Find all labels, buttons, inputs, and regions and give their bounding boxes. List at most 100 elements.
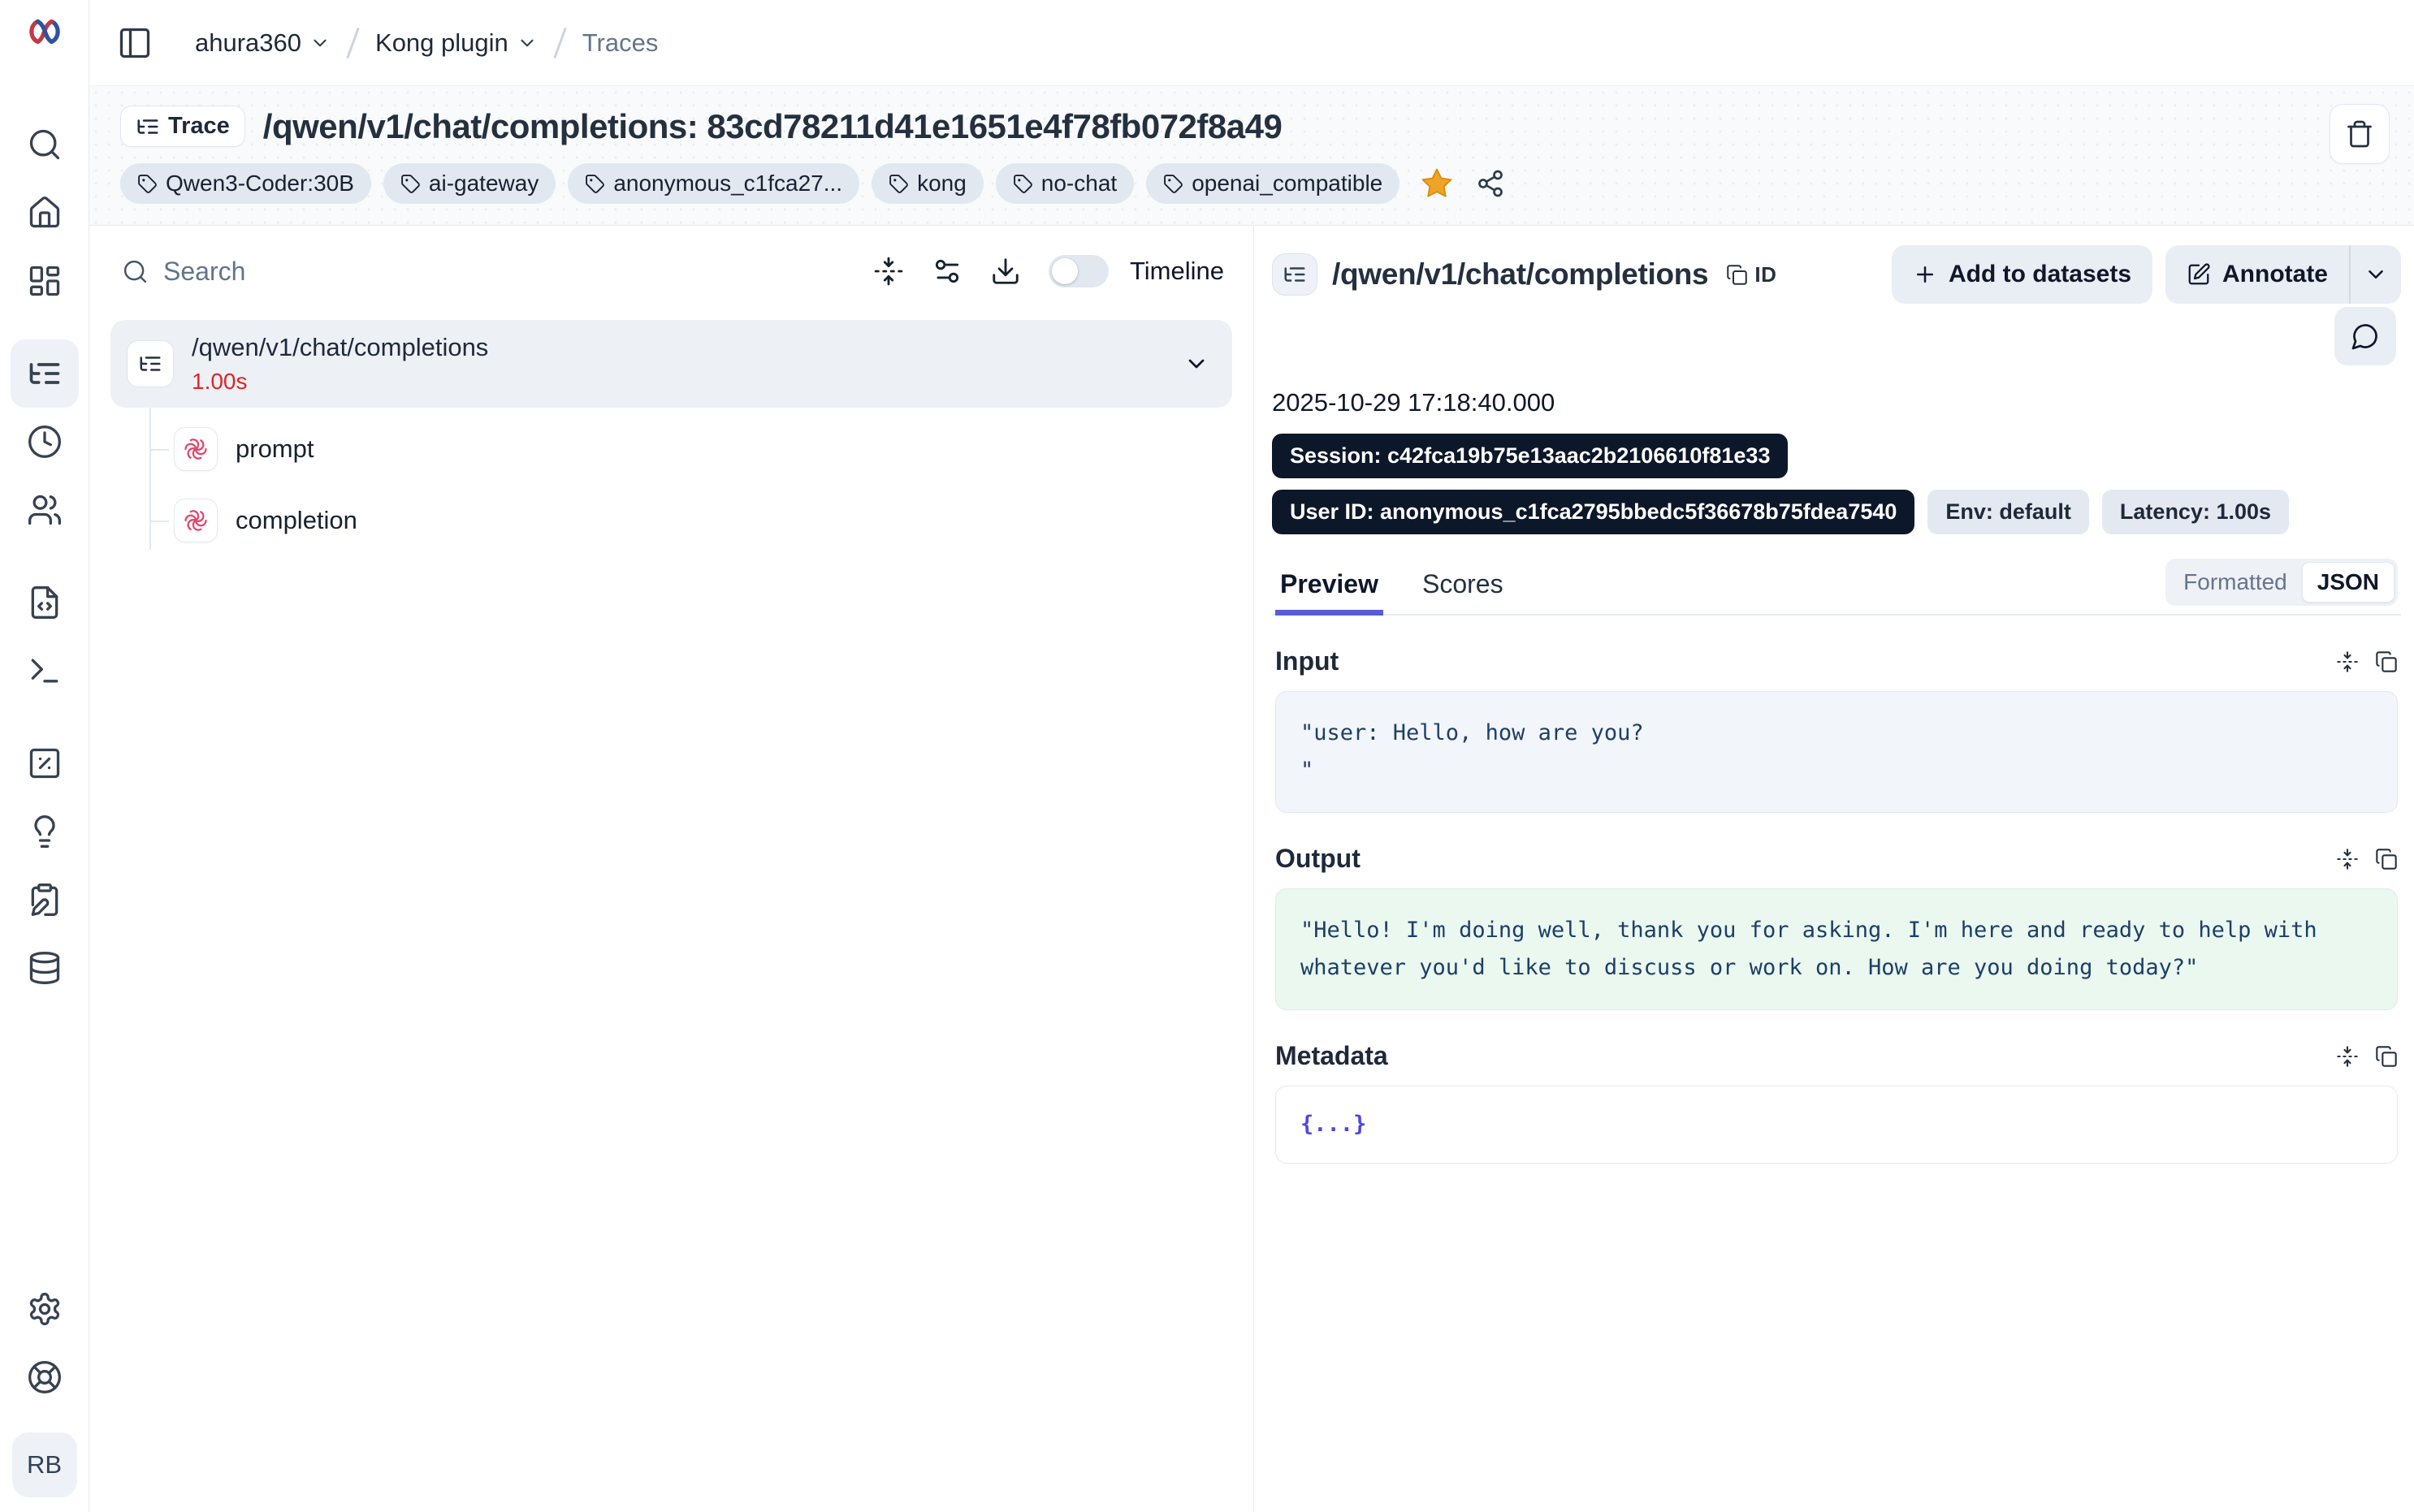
add-to-datasets-button[interactable]: Add to datasets [1892, 245, 2152, 304]
list-tree-icon [27, 356, 63, 391]
breadcrumb-page-label: Traces [582, 28, 659, 58]
breadcrumb-separator [553, 27, 566, 58]
env-badge: Env: default [1927, 490, 2089, 534]
delete-trace-button[interactable] [2330, 104, 2390, 164]
clock-icon [27, 424, 63, 460]
user-id-badge[interactable]: User ID: anonymous_c1fca2795bbedc5f36678… [1272, 490, 1914, 534]
sidebar-item-annotation[interactable] [11, 866, 79, 934]
gear-icon [27, 1291, 63, 1327]
chevron-down-icon [2364, 262, 2388, 287]
event-node-badge [174, 427, 218, 471]
main-column: ahura360 Kong plugin Traces Trace [89, 0, 2414, 1512]
copy-id-button[interactable]: ID [1726, 262, 1776, 287]
tree-settings-button[interactable] [932, 256, 963, 287]
latency-badge: Latency: 1.00s [2102, 490, 2289, 534]
format-option-json[interactable]: JSON [2302, 562, 2395, 603]
timeline-label: Timeline [1130, 257, 1224, 286]
annotate-split-button: Annotate [2165, 245, 2401, 304]
download-icon [990, 256, 1021, 287]
metadata-section: Metadata {...} [1272, 1041, 2401, 1164]
share-button[interactable] [1476, 169, 1505, 198]
tab-scores[interactable]: Scores [1417, 569, 1508, 614]
tree-root-node[interactable]: /qwen/v1/chat/completions 1.00s [110, 320, 1232, 408]
session-badge[interactable]: Session: c42fca19b75e13aac2b2106610f81e3… [1272, 434, 1788, 478]
sidebar-item-dashboards[interactable] [11, 247, 79, 315]
sidebar-item-home[interactable] [11, 179, 79, 247]
fold-vertical-icon[interactable] [2336, 1045, 2359, 1068]
input-section: Input "user: Hello, how are you? " [1272, 646, 2401, 813]
tree-root-duration: 1.00s [192, 369, 1183, 395]
topbar: ahura360 Kong plugin Traces [89, 0, 2414, 86]
trace-title: /qwen/v1/chat/completions: 83cd78211d41e… [263, 107, 1283, 146]
tree-child-node[interactable]: prompt [174, 419, 1232, 479]
clipboard-pen-icon [27, 882, 63, 918]
tag-pill[interactable]: ai-gateway [383, 163, 556, 204]
database-icon [27, 950, 63, 986]
users-icon [27, 492, 63, 528]
sidebar-item-users[interactable] [11, 476, 79, 544]
detail-header: /qwen/v1/chat/completions ID Add to data… [1272, 245, 2401, 304]
content-split: Timeline /qwen/v1/chat/completions 1.00s [89, 226, 2414, 1512]
id-label: ID [1754, 262, 1776, 287]
tag-pill[interactable]: kong [872, 163, 984, 204]
sidebar-collapse-button[interactable] [114, 22, 156, 64]
search-icon [27, 127, 63, 162]
trace-type-label: Trace [168, 113, 230, 140]
detail-title: /qwen/v1/chat/completions [1332, 257, 1708, 292]
sidebar-item-tracing[interactable] [11, 339, 79, 408]
tree-collapse-chevron[interactable] [1183, 351, 1209, 377]
tag-pill[interactable]: openai_compatible [1146, 163, 1400, 204]
breadcrumb-project-selector[interactable]: Kong plugin [375, 28, 538, 58]
annotate-button[interactable]: Annotate [2165, 245, 2349, 304]
tag-pill[interactable]: no-chat [996, 163, 1134, 204]
sidebar-item-settings[interactable] [11, 1275, 79, 1343]
tag-label: Qwen3-Coder:30B [166, 171, 354, 197]
trace-header: Trace /qwen/v1/chat/completions: 83cd782… [89, 86, 2414, 226]
copy-icon[interactable] [2375, 848, 2398, 870]
fold-vertical-icon[interactable] [2336, 848, 2359, 870]
tag-label: ai-gateway [429, 171, 539, 197]
copy-icon[interactable] [2375, 650, 2398, 673]
share-icon [1476, 169, 1505, 198]
sidebar-item-sessions[interactable] [11, 408, 79, 476]
input-heading: Input [1275, 646, 1339, 676]
annotate-dropdown-button[interactable] [2349, 245, 2401, 304]
timeline-toggle[interactable] [1049, 255, 1109, 287]
app-logo[interactable] [24, 11, 66, 54]
bookmark-star-button[interactable] [1420, 166, 1454, 201]
toggle-knob [1052, 258, 1078, 284]
user-avatar[interactable]: RB [12, 1432, 77, 1497]
add-to-datasets-label: Add to datasets [1949, 261, 2131, 288]
sidebar-item-search[interactable] [11, 110, 79, 179]
sidebar-item-evaluation[interactable] [11, 729, 79, 797]
event-pinwheel-icon [184, 437, 208, 461]
tree-children: prompt completion [149, 419, 1232, 551]
comments-button[interactable] [2334, 307, 2396, 365]
sidebar-item-prompts[interactable] [11, 568, 79, 637]
tag-pill[interactable]: anonymous_c1fca27... [568, 163, 859, 204]
fold-vertical-icon[interactable] [2336, 650, 2359, 673]
search-input[interactable] [163, 257, 857, 287]
search-icon [122, 258, 149, 285]
panel-left-icon [117, 25, 153, 61]
sidebar-item-playground[interactable] [11, 637, 79, 705]
breadcrumb-org-selector[interactable]: ahura360 [195, 28, 331, 58]
trace-node-badge [127, 340, 174, 387]
tab-preview[interactable]: Preview [1275, 569, 1383, 614]
copy-icon[interactable] [2375, 1045, 2398, 1068]
collapse-all-button[interactable] [873, 256, 904, 287]
breadcrumb-page[interactable]: Traces [582, 28, 659, 58]
chevron-down-icon [517, 32, 538, 54]
sidebar-item-datasets[interactable] [11, 934, 79, 1002]
metadata-content-box[interactable]: {...} [1275, 1086, 2398, 1164]
sidebar-item-support[interactable] [11, 1343, 79, 1411]
tree-child-node[interactable]: completion [174, 490, 1232, 551]
tag-pill[interactable]: Qwen3-Coder:30B [120, 163, 371, 204]
download-button[interactable] [990, 256, 1021, 287]
home-icon [27, 195, 63, 231]
fold-vertical-icon [873, 256, 904, 287]
app-root: RB ahura360 Kong plugin Traces [0, 0, 2414, 1512]
plus-icon [1913, 262, 1937, 287]
sidebar-item-insights[interactable] [11, 797, 79, 866]
format-option-formatted[interactable]: Formatted [2169, 563, 2302, 602]
